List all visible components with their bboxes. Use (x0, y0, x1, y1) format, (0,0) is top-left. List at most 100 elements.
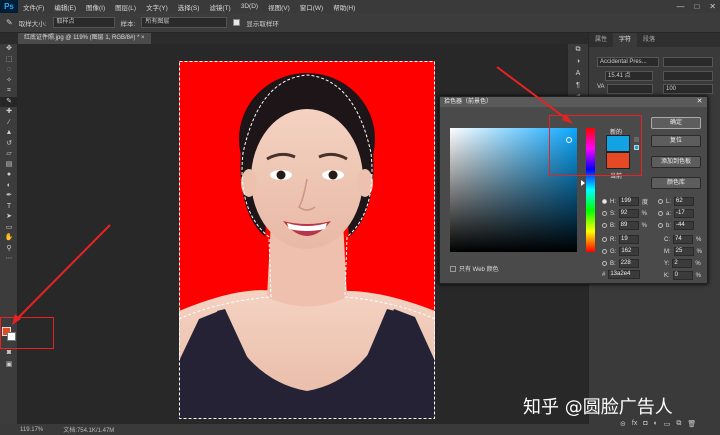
eyedropper-icon[interactable]: ✎ (6, 18, 13, 27)
screen-mode-icon[interactable]: ▣ (0, 360, 18, 371)
b-label: B: (610, 222, 616, 229)
yellow-input[interactable]: 2 (672, 259, 693, 268)
dialog-close-icon[interactable]: ✕ (695, 97, 704, 106)
color-libraries-button[interactable]: 颜色库 (651, 177, 701, 189)
paragraph-panel-icon[interactable]: ¶ (568, 80, 588, 92)
pen-tool-icon[interactable]: ✒ (0, 191, 18, 202)
kerning-select[interactable] (607, 84, 653, 94)
trash-icon[interactable]: 🗑 (687, 420, 696, 428)
gradient-tool-icon[interactable]: ▤ (0, 160, 18, 171)
h-label: H: (610, 198, 616, 205)
magic-wand-tool-icon[interactable]: ✧ (0, 76, 18, 87)
tab-properties[interactable]: 属性 (589, 33, 613, 47)
maximize-button[interactable]: □ (694, 0, 699, 13)
lab-b-radio[interactable] (658, 223, 663, 228)
lab-a-input[interactable]: -17 (674, 209, 695, 218)
sample-size-select[interactable]: 取样点 (52, 17, 115, 28)
menu-3d[interactable]: 3D(D) (236, 3, 263, 10)
hue-slider-handle[interactable] (581, 180, 585, 186)
add-to-swatches-button[interactable]: 添加到色板 (651, 156, 701, 168)
menu-type[interactable]: 文字(Y) (141, 2, 173, 12)
brightness-radio[interactable] (602, 223, 607, 228)
black-input[interactable]: 0 (672, 271, 693, 280)
font-style-select[interactable] (663, 57, 713, 67)
magenta-input[interactable]: 25 (673, 247, 694, 256)
quick-mask-icon[interactable]: ◙ (0, 348, 18, 359)
a-label: a: (666, 210, 672, 217)
menu-view[interactable]: 视图(V) (263, 2, 295, 12)
history-panel-icon[interactable]: ⧉ (568, 44, 588, 56)
red-input[interactable]: 19 (619, 235, 639, 244)
character-panel-icon[interactable]: A (568, 68, 588, 80)
type-tool-icon[interactable]: T (0, 202, 18, 213)
crop-tool-icon[interactable]: ⌗ (0, 86, 18, 97)
fx-icon[interactable]: fx (632, 420, 637, 428)
hand-tool-icon[interactable]: ✋ (0, 233, 18, 244)
menu-image[interactable]: 图像(I) (81, 2, 110, 12)
only-web-colors-label: 只有 Web 颜色 (459, 267, 499, 273)
ok-button[interactable]: 确定 (651, 117, 701, 129)
red-radio[interactable] (602, 237, 607, 242)
layers-bottom-icons: ⊝ fx ◘ ◐ ▭ ⧉ 🗑 (620, 420, 696, 428)
reset-button[interactable]: 复位 (651, 135, 701, 147)
lasso-tool-icon[interactable]: ◌ (0, 65, 18, 76)
move-tool-icon[interactable]: ✥ (0, 44, 18, 55)
tab-paragraph[interactable]: 段落 (637, 33, 661, 47)
menu-edit[interactable]: 编辑(E) (49, 2, 81, 12)
menu-layer[interactable]: 图层(L) (110, 2, 141, 12)
lab-l-input[interactable]: 62 (674, 197, 695, 206)
menu-select[interactable]: 选择(S) (173, 2, 205, 12)
brush-tool-icon[interactable]: ∕ (0, 118, 18, 129)
eyedropper-tool-icon[interactable]: ✎ (0, 96, 18, 107)
only-web-colors-checkbox[interactable] (450, 265, 456, 272)
stamp-tool-icon[interactable]: ▲ (0, 128, 18, 139)
zoom-tool-icon[interactable]: ⚲ (0, 244, 18, 255)
document-tab[interactable]: 红底证件照.jpg @ 119% (图层 1, RGB/8#) * × (18, 33, 151, 44)
close-window-button[interactable]: ✕ (709, 0, 716, 13)
adjustments-panel-icon[interactable]: ◑ (568, 56, 588, 68)
saturation-radio[interactable] (602, 211, 607, 216)
tab-character[interactable]: 字符 (613, 33, 638, 47)
menu-filter[interactable]: 滤镜(T) (204, 2, 235, 12)
menu-help[interactable]: 帮助(H) (328, 2, 360, 12)
link-layers-icon[interactable]: ⊝ (620, 420, 626, 428)
sample-select[interactable]: 所有图层 (141, 17, 228, 28)
hue-radio[interactable] (602, 199, 607, 204)
saturation-input[interactable]: 92 (618, 209, 639, 218)
brightness-input[interactable]: 89 (618, 221, 639, 230)
dialog-title: 拾色器（前景色） (440, 97, 707, 107)
new-layer-icon[interactable]: ⧉ (676, 420, 681, 428)
group-icon[interactable]: ▭ (664, 420, 671, 428)
menu-file[interactable]: 文件(F) (18, 2, 49, 12)
minimize-button[interactable]: — (676, 0, 684, 13)
leading-select[interactable] (663, 71, 713, 81)
cyan-input[interactable]: 74 (673, 235, 693, 244)
adjustment-layer-icon[interactable]: ◐ (654, 420, 658, 428)
green-input[interactable]: 162 (619, 247, 640, 256)
font-size-select[interactable]: 15.41 点 (605, 71, 653, 81)
m-label: M: (664, 248, 671, 255)
hex-input[interactable]: 13a2e4 (608, 270, 641, 279)
menu-window[interactable]: 窗口(W) (295, 2, 328, 12)
blur-tool-icon[interactable]: ● (0, 170, 18, 181)
mask-icon[interactable]: ◘ (643, 420, 647, 428)
blue-input[interactable]: 228 (618, 259, 639, 268)
font-family-select[interactable]: Accidental Pres... (597, 57, 659, 67)
lab-b-input[interactable]: -44 (674, 221, 695, 230)
blue-radio[interactable] (602, 261, 607, 266)
marquee-tool-icon[interactable]: ⬚ (0, 55, 18, 66)
dodge-tool-icon[interactable]: ◐ (0, 181, 18, 192)
tracking-select[interactable]: 100 (663, 84, 713, 94)
green-radio[interactable] (602, 249, 607, 254)
eraser-tool-icon[interactable]: ▱ (0, 149, 18, 160)
lab-l-radio[interactable] (658, 199, 663, 204)
hue-input[interactable]: 199 (619, 197, 639, 206)
show-ring-checkbox[interactable] (233, 19, 241, 26)
path-select-icon[interactable]: ➤ (0, 212, 18, 223)
more-tools-icon[interactable]: ⋯ (0, 254, 18, 265)
healing-tool-icon[interactable]: ✚ (0, 107, 18, 118)
history-brush-icon[interactable]: ↺ (0, 139, 18, 150)
zoom-level[interactable]: 119.17% (20, 427, 43, 433)
lab-a-radio[interactable] (658, 211, 663, 216)
shape-tool-icon[interactable]: ▭ (0, 223, 18, 234)
